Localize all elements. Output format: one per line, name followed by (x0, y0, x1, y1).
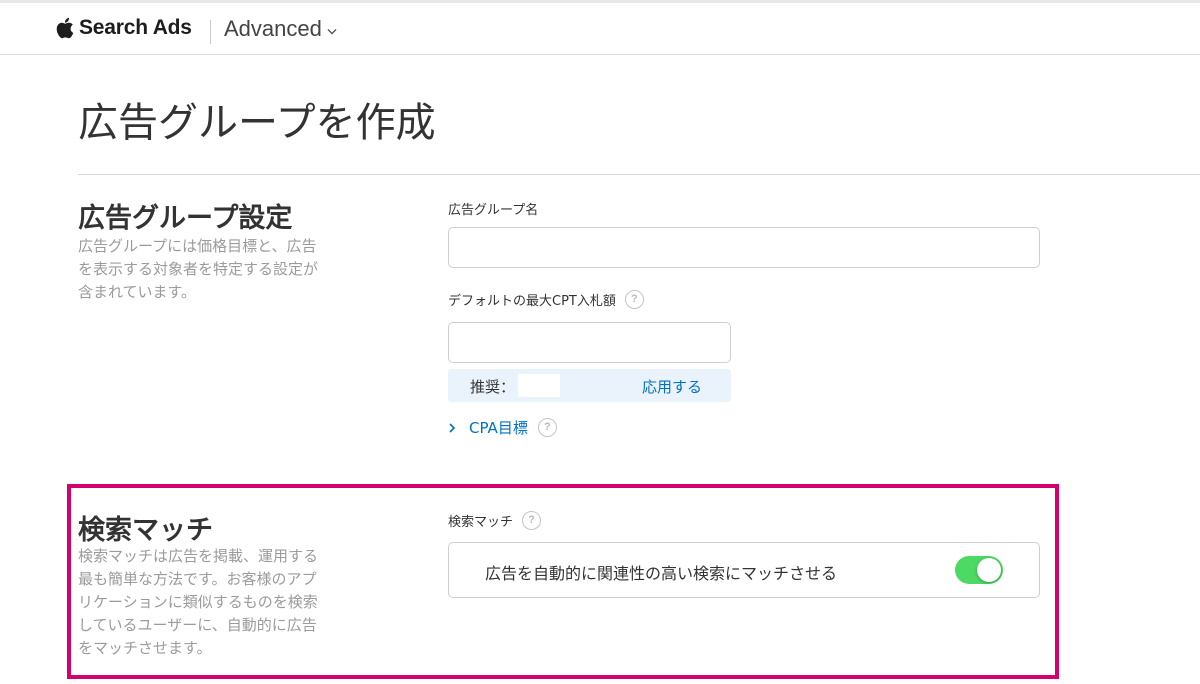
apply-recommended-link[interactable]: 応用する (642, 376, 702, 397)
search-match-toggle-label: 広告を自動的に関連性の高い検索にマッチさせる (485, 564, 838, 583)
search-match-description: 検索マッチは広告を掲載、運用する最も簡単な方法です。お客様のアプリケーションに類… (78, 547, 319, 657)
header-divider (210, 20, 211, 44)
recommended-label: 推奨： (470, 378, 516, 396)
default-bid-input[interactable] (448, 322, 731, 363)
help-icon[interactable]: ? (624, 290, 644, 309)
chevron-right-icon (449, 422, 456, 433)
cpa-goal-toggle[interactable]: CPA目標 ? (448, 417, 557, 438)
recommended-bid-bar: 推奨： 応用する (448, 369, 731, 402)
search-match-toggle-row: 広告を自動的に関連性の高い検索にマッチさせる (448, 542, 1040, 598)
mode-label: Advanced (224, 16, 322, 41)
help-icon[interactable]: ? (537, 418, 557, 437)
ad-group-settings-description: 広告グループには価格目標と、広告を表示する対象者を特定する設定が含まれています。 (78, 237, 319, 301)
ad-group-name-label: 広告グループ名 (448, 203, 539, 218)
page-title: 広告グループを作成 (78, 100, 436, 146)
ad-group-settings-title: 広告グループ設定 (78, 203, 293, 234)
search-ads-logo[interactable]: Search Ads (55, 16, 192, 40)
apple-icon (56, 17, 74, 39)
search-match-title: 検索マッチ (78, 515, 213, 546)
help-icon[interactable]: ? (522, 511, 542, 530)
mode-dropdown[interactable]: Advanced (224, 16, 337, 42)
recommended-value (518, 374, 560, 397)
brand-name: Search Ads (79, 16, 192, 39)
title-divider (78, 174, 1200, 175)
default-bid-label: デフォルトの最大CPT入札額 ? (448, 290, 644, 309)
switch-knob[interactable] (977, 558, 1001, 582)
search-match-switch[interactable] (955, 556, 1003, 584)
search-match-label: 検索マッチ ? (448, 511, 542, 530)
chevron-down-icon (327, 28, 337, 34)
ad-group-name-input[interactable] (448, 227, 1040, 268)
cpa-goal-label: CPA目標 (469, 419, 528, 437)
app-header: Search Ads Advanced (0, 3, 1200, 55)
